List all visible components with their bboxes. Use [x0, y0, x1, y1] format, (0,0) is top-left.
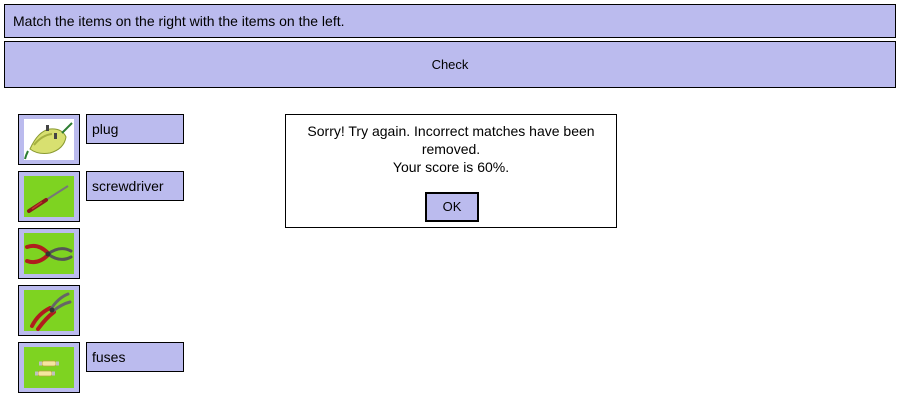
label-text: screwdriver: [92, 178, 164, 194]
feedback-message-line-2: removed.: [421, 141, 481, 157]
label-fuses[interactable]: fuses: [86, 342, 184, 372]
label-text: plug: [92, 121, 119, 137]
ok-button[interactable]: OK: [425, 192, 479, 222]
instructions-bar: Match the items on the right with the it…: [4, 4, 896, 38]
feedback-dialog: Sorry! Try again. Incorrect matches have…: [285, 114, 617, 228]
draggable-item-screwdriver[interactable]: [18, 171, 80, 222]
instructions-text: Match the items on the right with the it…: [13, 13, 345, 29]
pliers-photo-icon: [24, 233, 74, 274]
draggable-item-plug[interactable]: [18, 114, 80, 165]
plug-photo-icon: [24, 119, 74, 160]
draggable-item-fuses[interactable]: [18, 342, 80, 393]
ok-button-label: OK: [442, 199, 462, 214]
score-text: Your score is 60%.: [392, 159, 510, 175]
screwdriver-photo-icon: [24, 176, 74, 217]
label-screwdriver[interactable]: screwdriver: [86, 171, 184, 201]
draggable-item-wire-strippers[interactable]: [18, 285, 80, 336]
check-button[interactable]: Check: [4, 41, 896, 88]
draggable-item-pliers[interactable]: [18, 228, 80, 279]
label-text: fuses: [92, 349, 126, 365]
wire-stripper-photo-icon: [24, 290, 74, 331]
feedback-message-line-1: Sorry! Try again. Incorrect matches have…: [307, 123, 595, 139]
fuses-photo-icon: [24, 347, 74, 388]
label-plug[interactable]: plug: [86, 114, 184, 144]
check-button-label: Check: [431, 57, 469, 72]
